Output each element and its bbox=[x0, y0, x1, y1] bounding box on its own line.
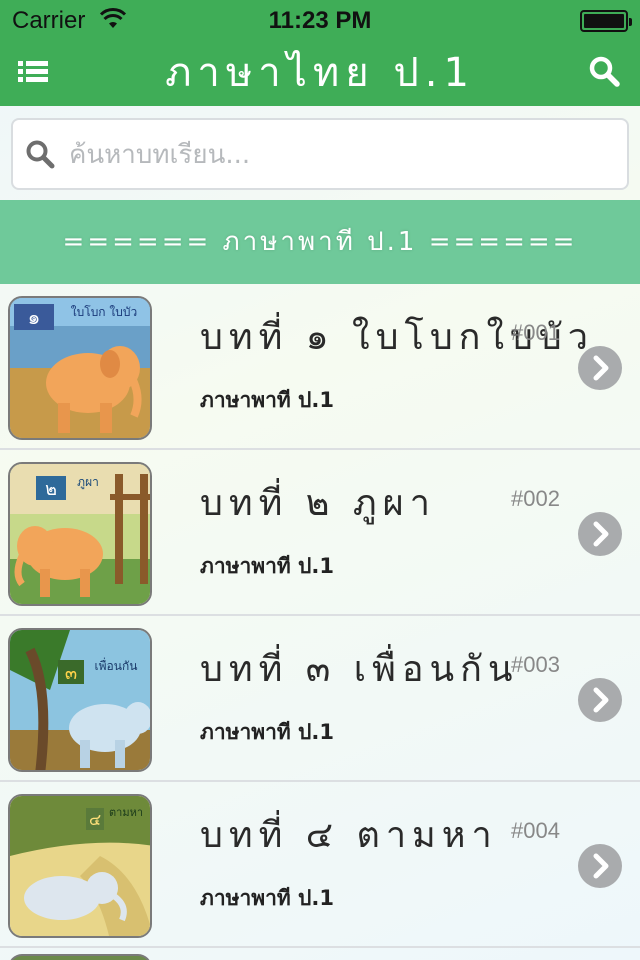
chevron-right-icon[interactable] bbox=[578, 512, 622, 556]
lesson-row[interactable]: ๒ ภูผา บทที่ ๒ ภูผา #002 ภาษาพาที ป.1 bbox=[0, 450, 640, 616]
lesson-thumbnail bbox=[8, 954, 152, 960]
lesson-subtitle: ภาษาพาที ป.1 bbox=[200, 720, 334, 744]
thumb-label: ตามหา bbox=[109, 806, 143, 819]
lesson-subtitle: ภาษาพาที ป.1 bbox=[200, 388, 334, 412]
chevron-right-icon[interactable] bbox=[578, 844, 622, 888]
thumb-label: ใบโบก ใบบัว bbox=[71, 305, 137, 319]
page-title: ภาษาไทย ป.1 bbox=[165, 50, 475, 96]
lesson-code: #001 bbox=[511, 320, 560, 345]
thumb-label: เพื่อนกัน bbox=[95, 657, 138, 673]
thumb-number: ๓ bbox=[65, 663, 77, 684]
lesson-code: #002 bbox=[511, 486, 560, 511]
search-field-icon bbox=[25, 139, 57, 175]
lesson-title: บทที่ ๔ ตามหา bbox=[200, 815, 498, 856]
search-input[interactable] bbox=[69, 130, 609, 180]
chevron-right-icon[interactable] bbox=[578, 678, 622, 722]
search-bar bbox=[11, 118, 629, 190]
thumb-number: ๔ bbox=[89, 810, 101, 829]
lesson-title: บทที่ ๓ เพื่อนกัน bbox=[200, 649, 519, 690]
thumb-number: ๒ bbox=[45, 479, 57, 500]
lesson-subtitle: ภาษาพาที ป.1 bbox=[200, 886, 334, 910]
list-icon[interactable] bbox=[16, 56, 52, 88]
chevron-right-icon[interactable] bbox=[578, 346, 622, 390]
lesson-row[interactable]: ๓ เพื่อนกัน บทที่ ๓ เพื่อนกัน #003 ภาษาพ… bbox=[0, 616, 640, 782]
lesson-thumbnail: ๑ ใบโบก ใบบัว bbox=[8, 296, 152, 440]
lesson-subtitle: ภาษาพาที ป.1 bbox=[200, 554, 334, 578]
lesson-list: ๑ ใบโบก ใบบัว บทที่ ๑ ใบโบกใบบัว #001 ภา… bbox=[0, 284, 640, 960]
lesson-row-partial[interactable] bbox=[0, 948, 640, 960]
lesson-row[interactable]: ๑ ใบโบก ใบบัว บทที่ ๑ ใบโบกใบบัว #001 ภา… bbox=[0, 284, 640, 450]
status-time: 11:23 PM bbox=[268, 7, 372, 34]
status-bar: Carrier 11:23 PM bbox=[0, 0, 640, 40]
lesson-thumbnail: ๔ ตามหา bbox=[8, 794, 152, 938]
lesson-title: บทที่ ๒ ภูผา bbox=[200, 483, 436, 524]
lesson-code: #003 bbox=[511, 652, 560, 677]
lesson-thumbnail: ๒ ภูผา bbox=[8, 462, 152, 606]
thumb-number: ๑ bbox=[28, 305, 41, 329]
search-icon[interactable] bbox=[588, 54, 622, 90]
lesson-thumbnail: ๓ เพื่อนกัน bbox=[8, 628, 152, 772]
lesson-row[interactable]: ๔ ตามหา บทที่ ๔ ตามหา #004 ภาษาพาที ป.1 bbox=[0, 782, 640, 948]
battery-icon bbox=[580, 10, 632, 32]
section-header: ====== ภาษาพาที ป.1 ====== bbox=[0, 200, 640, 284]
thumb-label: ภูผา bbox=[77, 475, 99, 490]
lesson-code: #004 bbox=[511, 818, 560, 843]
nav-bar: Carrier 11:23 PM ภาษาไทย ป.1 bbox=[0, 0, 640, 106]
